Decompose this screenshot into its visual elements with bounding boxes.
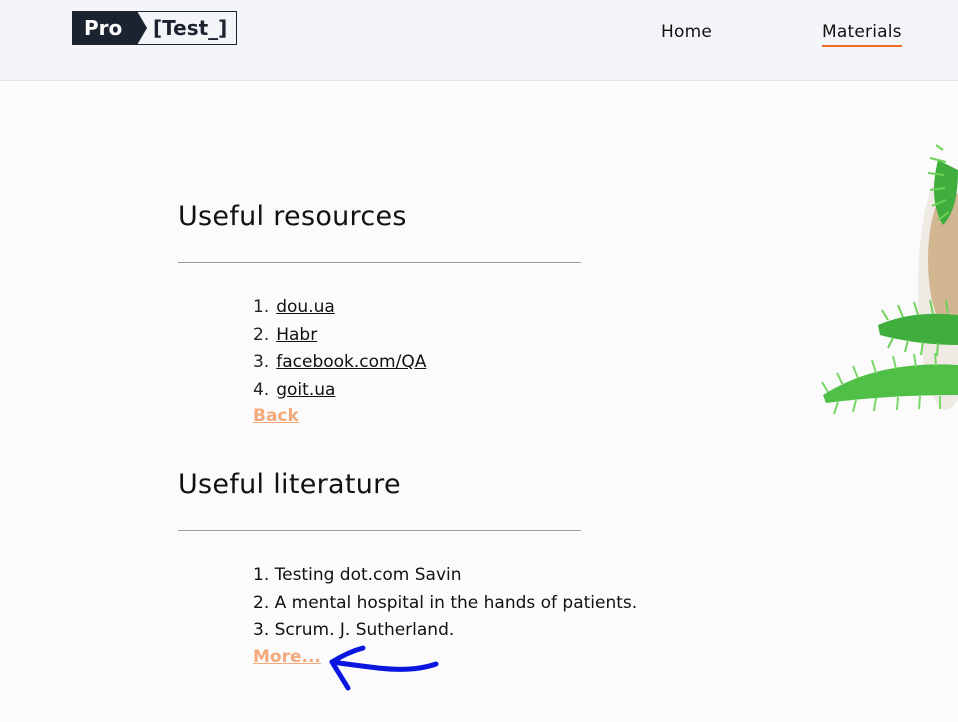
nav-materials[interactable]: Materials <box>822 22 902 47</box>
resource-link-goit[interactable]: goit.ua <box>276 380 335 400</box>
literature-item: 1. Testing dot.com Savin <box>253 565 462 585</box>
list-number: 4. <box>253 379 270 400</box>
back-link[interactable]: Back <box>253 406 299 426</box>
page: Pro [Test_] Home Materials Useful resour… <box>0 0 958 722</box>
list-item: 1. dou.ua <box>253 294 426 322</box>
literature-item: 3. Scrum. J. Sutherland. <box>253 620 455 640</box>
resources-heading: Useful resources <box>178 201 407 232</box>
list-item: 2. A mental hospital in the hands of pat… <box>253 590 637 618</box>
plant-image <box>821 144 958 415</box>
list-number: 2. <box>253 324 270 345</box>
resources-list: 1. dou.ua 2. Habr 3. facebook.com/QA 4. goit… <box>253 294 426 404</box>
annotation-arrow-icon <box>329 645 439 691</box>
literature-item: 2. A mental hospital in the hands of pat… <box>253 592 638 613</box>
resource-link-facebook[interactable]: facebook.com/QA <box>276 352 426 372</box>
logo[interactable]: Pro [Test_] <box>72 11 238 45</box>
list-item: 3. facebook.com/QA <box>253 349 426 377</box>
nav-home[interactable]: Home <box>661 22 712 42</box>
list-item: 4. goit.ua <box>253 377 426 405</box>
logo-pro-text: Pro <box>72 11 147 45</box>
resource-link-habr[interactable]: Habr <box>276 325 317 345</box>
list-item: 1. Testing dot.com Savin <box>253 562 637 590</box>
site-header: Pro [Test_] Home Materials <box>0 0 958 81</box>
list-number: 1. <box>253 297 270 317</box>
logo-test-text: [Test_] <box>137 11 238 45</box>
resource-link-dou[interactable]: dou.ua <box>276 297 335 317</box>
list-number: 3. <box>253 352 270 372</box>
list-item: 2. Habr <box>253 322 426 350</box>
more-link[interactable]: More... <box>253 647 321 667</box>
literature-heading: Useful literature <box>178 469 401 500</box>
literature-list: 1. Testing dot.com Savin 2. A mental hos… <box>253 562 637 645</box>
literature-divider <box>178 530 581 531</box>
resources-divider <box>178 262 581 263</box>
